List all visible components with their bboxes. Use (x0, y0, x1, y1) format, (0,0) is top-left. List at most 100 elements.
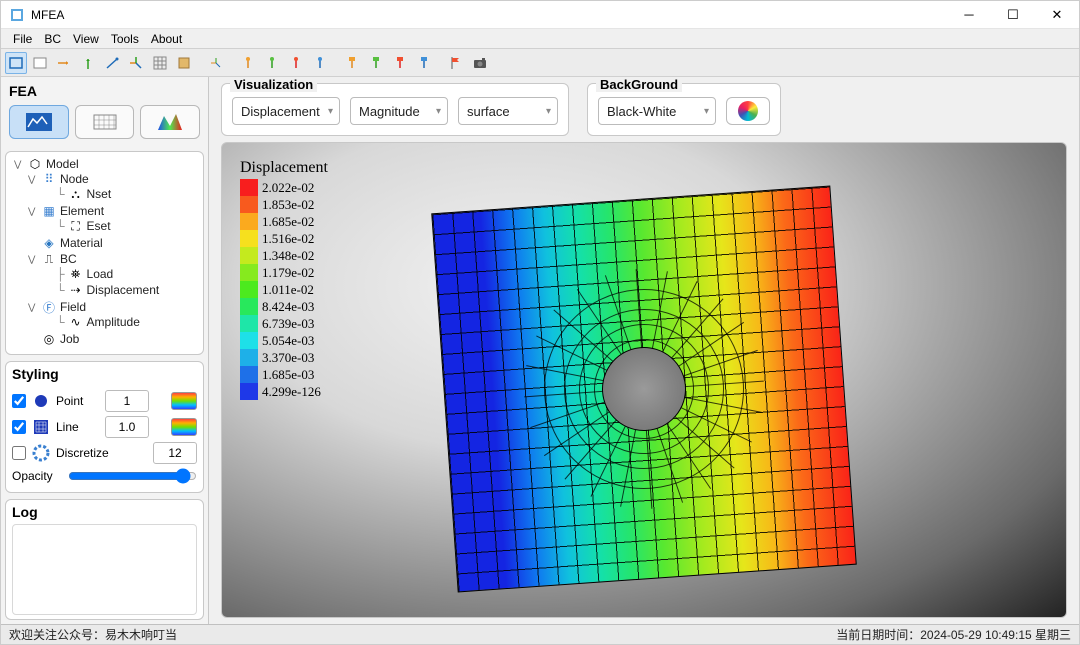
tree-nset[interactable]: Nset (87, 187, 112, 201)
line-colormap-button[interactable] (171, 418, 197, 436)
log-body[interactable] (12, 524, 197, 615)
tree-job[interactable]: Job (60, 332, 79, 346)
tool-probe2-icon[interactable] (261, 52, 283, 74)
fea-mesh-button[interactable] (75, 105, 135, 139)
titlebar: MFEA ─ ☐ ✕ (1, 1, 1079, 29)
legend-value: 8.424e-03 (262, 299, 314, 315)
tool-axes-icon[interactable] (125, 52, 147, 74)
tool-axis-z-icon[interactable] (101, 52, 123, 74)
tool-probe3-icon[interactable] (285, 52, 307, 74)
point-size-input[interactable] (105, 390, 149, 412)
legend-swatch (240, 298, 258, 315)
color-wheel-icon (738, 101, 758, 121)
tool-grid-icon[interactable] (149, 52, 171, 74)
point-colormap-button[interactable] (171, 392, 197, 410)
caret-icon[interactable]: ⋁ (28, 302, 38, 313)
caret-icon[interactable]: ⋁ (14, 159, 24, 170)
legend-row: 1.011e-02 (240, 281, 328, 298)
component-dropdown[interactable]: Magnitude (350, 97, 448, 125)
tool-axis-x-icon[interactable] (53, 52, 75, 74)
menu-about[interactable]: About (145, 31, 188, 47)
line-width-input[interactable] (105, 416, 149, 438)
line-checkbox[interactable] (12, 420, 26, 434)
tree-eset[interactable]: Eset (87, 219, 111, 233)
model-tree[interactable]: ⋁⬡Model ⋁⠿Node └⛬Nset ⋁▦Element └⛶Eset ◈… (5, 151, 204, 355)
legend-swatch (240, 213, 258, 230)
styling-title: Styling (12, 366, 197, 386)
eset-icon: ⛶ (69, 219, 83, 233)
tool-probe7-icon[interactable] (389, 52, 411, 74)
tree-disp[interactable]: Displacement (87, 283, 160, 297)
caret-icon[interactable]: ⋁ (28, 254, 38, 265)
statusbar: 欢迎关注公众号：易木木响叮当 当前日期时间：2024-05-29 10:49:1… (1, 624, 1079, 644)
tree-amplitude[interactable]: Amplitude (87, 315, 140, 329)
tool-probe1-icon[interactable] (237, 52, 259, 74)
job-icon: ◎ (42, 332, 56, 346)
tool-outline-icon[interactable] (5, 52, 27, 74)
model-icon: ⬡ (28, 157, 42, 171)
representation-dropdown[interactable]: surface (458, 97, 558, 125)
background-color-button[interactable] (726, 97, 770, 125)
tool-chip-icon[interactable] (173, 52, 195, 74)
legend-value: 5.054e-03 (262, 333, 314, 349)
point-icon (32, 392, 50, 410)
opacity-label: Opacity (12, 469, 62, 483)
element-icon: ▦ (42, 204, 56, 218)
discretize-input[interactable] (153, 442, 197, 464)
bc-icon: ⎍ (42, 252, 56, 266)
legend-value: 4.299e-126 (262, 384, 321, 400)
caret-icon[interactable]: ⋁ (28, 174, 38, 185)
tree-node[interactable]: Node (60, 172, 89, 186)
tree-material[interactable]: Material (60, 236, 103, 250)
maximize-button[interactable]: ☐ (991, 1, 1035, 29)
close-button[interactable]: ✕ (1035, 1, 1079, 29)
tool-flag-icon[interactable] (445, 52, 467, 74)
menubar: File BC View Tools About (1, 29, 1079, 49)
menu-bc[interactable]: BC (38, 31, 67, 47)
menu-view[interactable]: View (67, 31, 105, 47)
caret-icon[interactable]: ⋁ (28, 206, 38, 217)
legend-swatch (240, 196, 258, 213)
opacity-slider[interactable] (68, 468, 197, 484)
status-left: 欢迎关注公众号：易木木响叮当 (9, 626, 177, 643)
tool-camera-icon[interactable] (469, 52, 491, 74)
tree-field[interactable]: Field (60, 300, 86, 314)
legend-value: 1.516e-02 (262, 231, 314, 247)
fea-plot-button[interactable] (9, 105, 69, 139)
legend-row: 1.685e-02 (240, 213, 328, 230)
legend-swatch (240, 332, 258, 349)
discretize-checkbox[interactable] (12, 446, 26, 460)
legend-swatch (240, 281, 258, 298)
fea-contour-button[interactable] (140, 105, 200, 139)
legend-row: 5.054e-03 (240, 332, 328, 349)
app-icon (9, 7, 25, 23)
background-title: BackGround (596, 77, 682, 92)
window-title: MFEA (31, 8, 947, 22)
discretize-label: Discretize (56, 446, 147, 460)
colorbar-legend: Displacement 2.022e-021.853e-021.685e-02… (240, 159, 328, 400)
tree-element[interactable]: Element (60, 204, 104, 218)
menu-file[interactable]: File (7, 31, 38, 47)
tool-fill-icon[interactable] (29, 52, 51, 74)
viewport[interactable]: Displacement 2.022e-021.853e-021.685e-02… (221, 142, 1067, 618)
tool-probe6-icon[interactable] (365, 52, 387, 74)
menu-tools[interactable]: Tools (105, 31, 145, 47)
disp-icon: ⇢ (69, 283, 83, 297)
tool-axis-y-icon[interactable] (77, 52, 99, 74)
tool-probe8-icon[interactable] (413, 52, 435, 74)
legend-swatch (240, 315, 258, 332)
tool-small-axes-icon[interactable] (205, 52, 227, 74)
line-icon (32, 418, 50, 436)
tool-probe4-icon[interactable] (309, 52, 331, 74)
background-dropdown[interactable]: Black-White (598, 97, 716, 125)
point-checkbox[interactable] (12, 394, 26, 408)
tool-probe5-icon[interactable] (341, 52, 363, 74)
amplitude-icon: ∿ (69, 315, 83, 329)
legend-row: 1.853e-02 (240, 196, 328, 213)
legend-swatch (240, 264, 258, 281)
tree-model[interactable]: Model (46, 157, 79, 171)
minimize-button[interactable]: ─ (947, 1, 991, 29)
tree-bc[interactable]: BC (60, 252, 77, 266)
quantity-dropdown[interactable]: Displacement (232, 97, 340, 125)
tree-load[interactable]: Load (87, 267, 114, 281)
